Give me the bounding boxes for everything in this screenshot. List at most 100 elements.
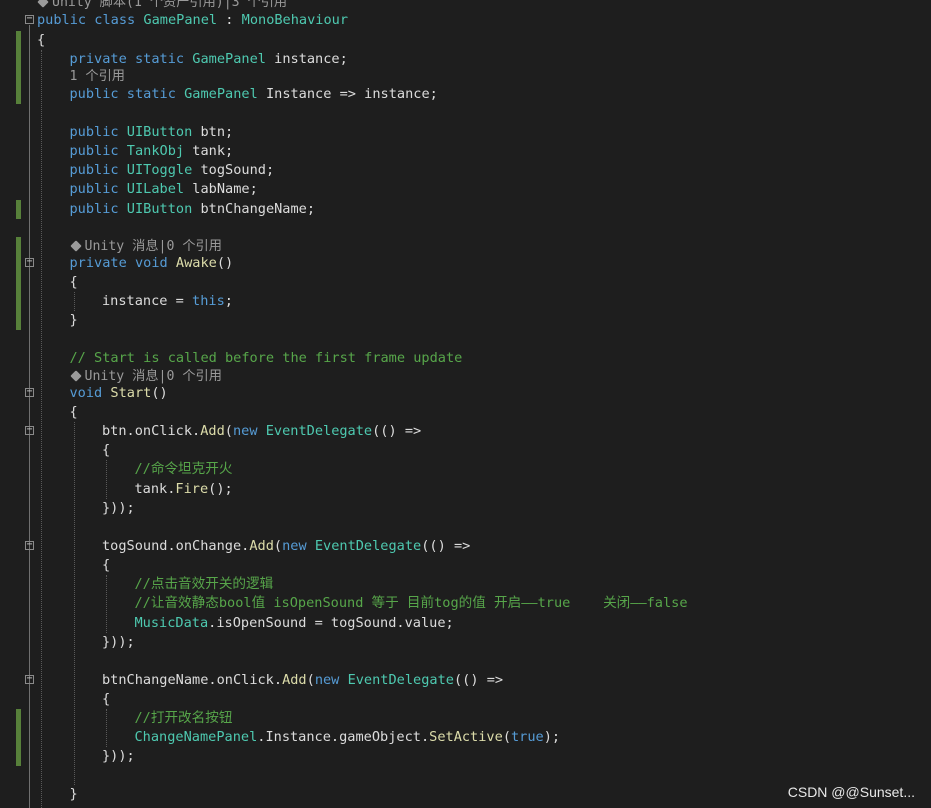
token-keyword: public xyxy=(69,143,127,159)
fold-toggle-icon[interactable]: − xyxy=(25,257,34,267)
line-content: public class GamePanel : MonoBehaviour xyxy=(37,11,348,30)
token-text: })); xyxy=(102,500,135,516)
token-keyword: static xyxy=(126,86,185,102)
fold-toggle-icon[interactable]: − xyxy=(25,540,34,550)
change-marker xyxy=(16,728,21,747)
line-content: { xyxy=(37,31,45,50)
token-keyword: new xyxy=(232,423,266,439)
token-text: (() => xyxy=(421,538,471,554)
token-text: ( xyxy=(224,423,233,439)
code-line: { xyxy=(0,273,931,292)
code-line: − btnChangeName.onClick.Add(new EventDele… xyxy=(0,671,931,690)
token-type: UIToggle xyxy=(126,162,193,178)
token-method: Add xyxy=(282,672,307,688)
token-keyword: new xyxy=(314,672,348,688)
change-marker xyxy=(16,254,21,273)
token-keyword: public xyxy=(69,86,127,102)
codelens-text[interactable]: Unity 消息|0 个引用 xyxy=(85,369,222,384)
token-text: { xyxy=(102,442,111,458)
token-method: Start xyxy=(110,385,152,401)
token-text: ( xyxy=(502,729,511,745)
token-text: ( xyxy=(273,538,283,554)
code-line: //让音效静态bool值 isOpenSound 等于 目前tog的值 开启——… xyxy=(0,594,931,613)
token-keyword: void xyxy=(69,385,111,401)
token-text: Instance => instance; xyxy=(257,86,438,102)
code-line: − togSound.onChange.Add(new EventDelegate… xyxy=(0,537,931,556)
token-text: : xyxy=(217,12,242,28)
token-text: } xyxy=(69,312,78,328)
change-marker xyxy=(16,273,21,292)
fold-toggle-icon[interactable]: − xyxy=(25,14,34,24)
token-text: .isOpenSound = togSound.value; xyxy=(208,615,454,631)
token-text: tank. xyxy=(134,481,176,497)
token-keyword: class xyxy=(94,12,144,28)
change-marker xyxy=(16,709,21,728)
token-type: EventDelegate xyxy=(347,672,454,688)
token-keyword: private xyxy=(69,255,135,271)
fold-toggle-icon[interactable]: − xyxy=(25,425,34,435)
code-line: ChangeNamePanel.Instance.gameObject.SetA… xyxy=(0,728,931,747)
token-text: { xyxy=(102,557,111,573)
token-type: GamePanel xyxy=(184,86,258,102)
token-keyword: static xyxy=(134,51,193,67)
token-method: Add xyxy=(200,423,225,439)
token-type: GamePanel xyxy=(192,51,266,67)
codelens-text[interactable]: Unity 消息|0 个引用 xyxy=(85,239,222,254)
line-content: })); xyxy=(102,633,135,652)
line-content: instance = this; xyxy=(102,292,233,311)
token-text: () xyxy=(216,255,234,271)
line-content: btnChangeName.onClick.Add(new EventDeleg… xyxy=(102,671,503,690)
token-method: Fire xyxy=(175,481,209,497)
code-editor[interactable]: Unity 脚本(1 个资产引用)|3 个引用 − public class Gam… xyxy=(0,0,931,808)
token-text: instance = xyxy=(102,293,193,309)
fold-toggle-icon[interactable]: − xyxy=(25,387,34,397)
codelens-text[interactable]: Unity 脚本(1 个资产引用)|3 个引用 xyxy=(52,0,287,10)
unity-cube-icon xyxy=(69,369,82,382)
token-text: })); xyxy=(102,634,135,650)
unity-cube-icon xyxy=(69,239,82,252)
token-text: instance; xyxy=(265,51,348,67)
token-text: .Instance.gameObject. xyxy=(257,729,430,745)
line-content: ChangeNamePanel.Instance.gameObject.SetA… xyxy=(135,728,561,747)
token-text: (); xyxy=(208,481,233,497)
token-type: GamePanel xyxy=(143,12,218,28)
token-keyword: void xyxy=(134,255,176,271)
line-content: } xyxy=(70,311,78,330)
token-text: togSound; xyxy=(192,162,275,178)
token-method: Awake xyxy=(175,255,217,271)
token-text: btnChangeName.onClick. xyxy=(102,672,283,688)
line-content: public UILabel labName; xyxy=(70,180,258,199)
line-content: btn.onClick.Add(new EventDelegate(() => xyxy=(102,422,421,441)
codelens-line[interactable]: 1 个引用 xyxy=(0,67,931,86)
line-content: //打开改名按钮 xyxy=(135,709,233,728)
token-comment: // Start is called before the first fram… xyxy=(69,350,463,366)
change-marker xyxy=(16,747,21,766)
token-comment: //命令坦克开火 xyxy=(134,461,233,477)
token-type: UIButton xyxy=(126,124,193,140)
codelens-text[interactable]: 1 个引用 xyxy=(70,69,125,84)
line-content: { xyxy=(102,690,110,709)
token-method: Add xyxy=(249,538,274,554)
token-text: btn.onClick. xyxy=(102,423,201,439)
token-keyword: public xyxy=(37,12,95,28)
fold-toggle-icon[interactable]: − xyxy=(25,674,34,684)
code-line: − private void Awake() xyxy=(0,254,931,273)
line-content: { xyxy=(70,273,78,292)
token-text: { xyxy=(37,32,46,48)
code-line: } xyxy=(0,311,931,330)
token-text: (() => xyxy=(372,423,422,439)
token-text: btn; xyxy=(192,124,234,140)
watermark: CSDN @@Sunset... xyxy=(787,784,915,800)
code-line: instance = this; xyxy=(0,292,931,311)
token-type: UIButton xyxy=(126,201,193,217)
code-line: })); xyxy=(0,499,931,518)
line-content: public UIToggle togSound; xyxy=(70,161,275,180)
change-marker xyxy=(16,31,21,50)
token-type: TankObj xyxy=(126,143,185,159)
line-content: void Start() xyxy=(70,384,168,403)
code-line: − void Start() xyxy=(0,384,931,403)
line-content: public TankObj tank; xyxy=(70,142,234,161)
token-text: () xyxy=(151,385,168,401)
code-line: public TankObj tank; xyxy=(0,142,931,161)
line-content: 1 个引用 xyxy=(70,67,125,86)
